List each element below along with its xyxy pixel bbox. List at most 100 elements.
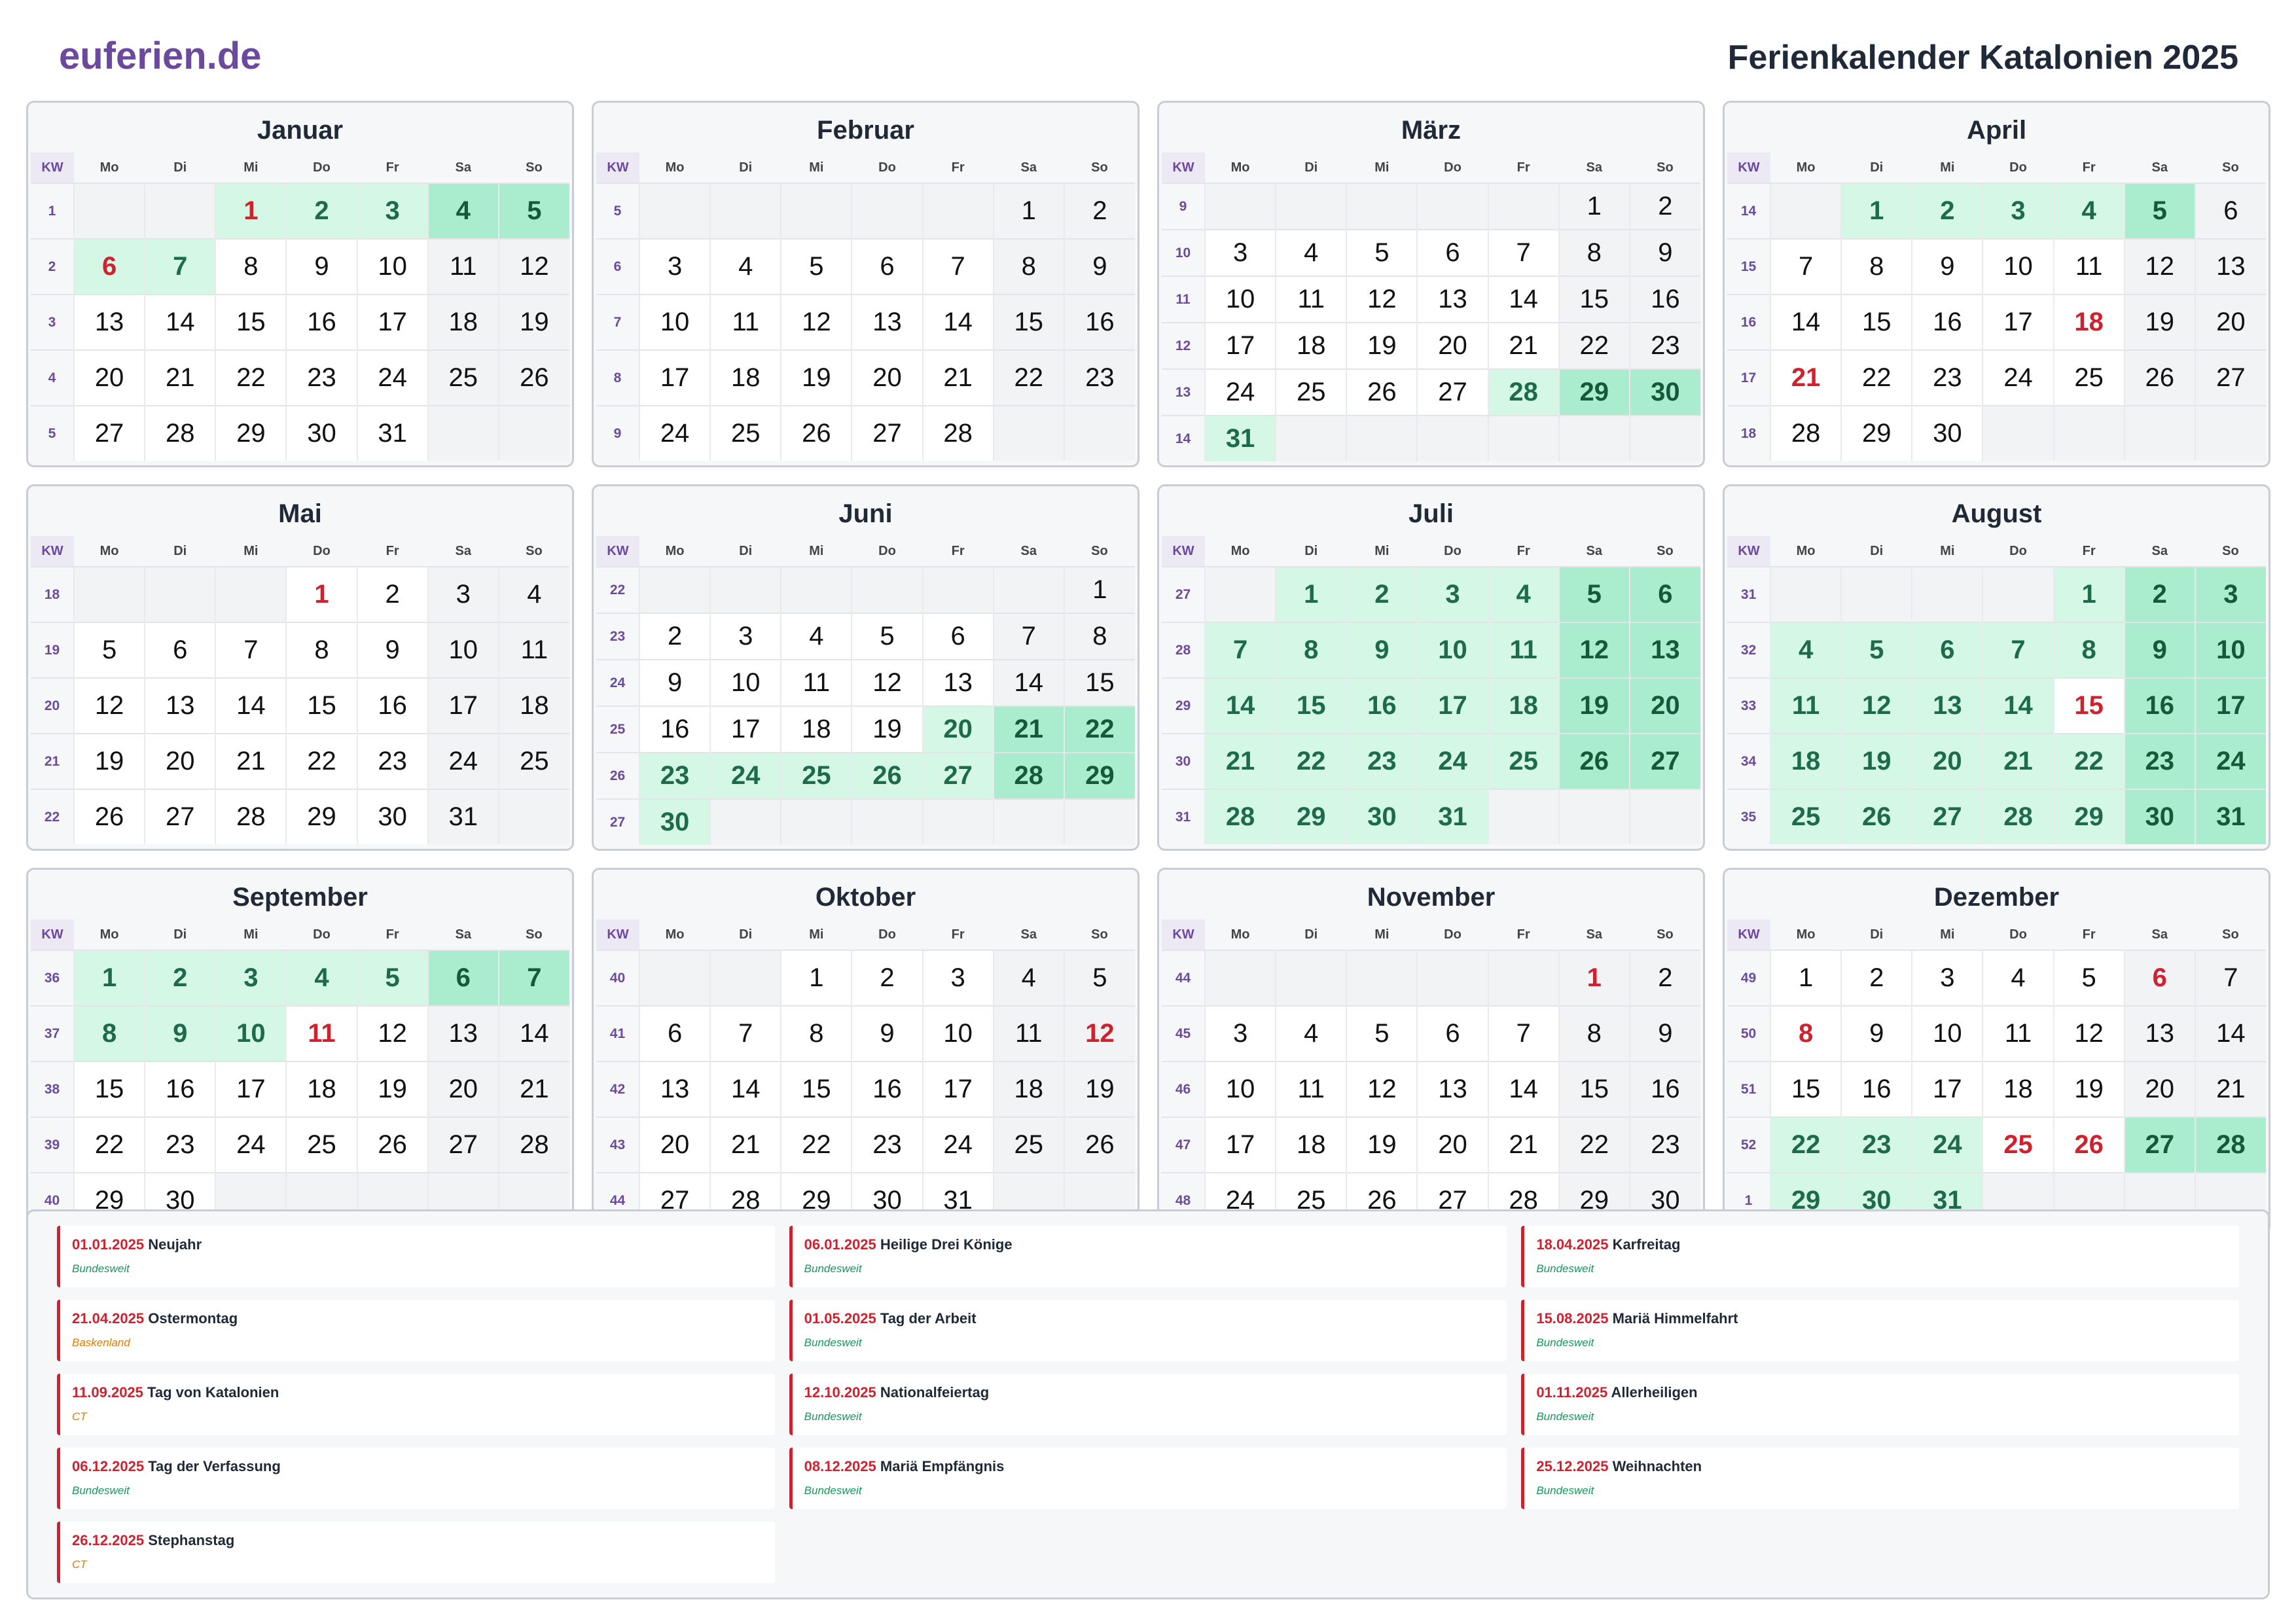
day-cell[interactable]: 23 — [1840, 1116, 1912, 1173]
day-cell[interactable]: 3 — [1416, 566, 1488, 622]
day-cell[interactable]: 29 — [285, 789, 357, 844]
day-cell[interactable]: 6 — [1416, 1005, 1488, 1061]
day-cell[interactable]: 3 — [1204, 1005, 1276, 1061]
day-cell[interactable]: 2 — [638, 613, 711, 660]
day-cell[interactable]: 21 — [922, 349, 994, 406]
day-cell[interactable]: 18 — [497, 677, 569, 734]
day-cell[interactable]: 15 — [1275, 677, 1347, 734]
day-cell[interactable]: 10 — [1982, 238, 2054, 294]
day-cell[interactable]: 16 — [144, 1061, 216, 1117]
day-cell[interactable]: 9 — [1346, 622, 1418, 678]
day-cell[interactable]: 14 — [1487, 276, 1559, 323]
day-cell[interactable]: 15 — [1063, 659, 1135, 706]
day-cell[interactable]: 7 — [1204, 622, 1276, 678]
day-cell[interactable]: 19 — [497, 294, 569, 350]
day-cell[interactable]: 14 — [992, 659, 1064, 706]
day-cell[interactable]: 12 — [2123, 238, 2195, 294]
day-cell[interactable]: 24 — [1204, 368, 1276, 416]
day-cell[interactable]: 25 — [992, 1116, 1064, 1173]
day-cell[interactable]: 8 — [1769, 1005, 1842, 1061]
day-cell[interactable]: 28 — [497, 1116, 569, 1173]
day-cell[interactable]: 2 — [144, 950, 216, 1006]
day-cell[interactable]: 3 — [638, 238, 711, 294]
day-cell[interactable]: 2 — [1346, 566, 1418, 622]
day-cell[interactable]: 11 — [1982, 1005, 2054, 1061]
day-cell[interactable]: 27 — [2123, 1116, 2195, 1173]
day-cell[interactable]: 31 — [2194, 789, 2266, 844]
day-cell[interactable]: 28 — [215, 789, 287, 844]
day-cell[interactable]: 25 — [1487, 733, 1559, 789]
day-cell[interactable]: 1 — [780, 950, 852, 1006]
day-cell[interactable]: 4 — [992, 950, 1064, 1006]
day-cell[interactable]: 29 — [1558, 368, 1630, 416]
day-cell[interactable]: 28 — [2194, 1116, 2266, 1173]
day-cell[interactable]: 27 — [73, 405, 145, 461]
day-cell[interactable]: 22 — [1275, 733, 1347, 789]
day-cell[interactable]: 12 — [1840, 677, 1912, 734]
day-cell[interactable]: 22 — [73, 1116, 145, 1173]
day-cell[interactable]: 7 — [1487, 1005, 1559, 1061]
day-cell[interactable]: 22 — [1558, 1116, 1630, 1173]
day-cell[interactable]: 4 — [1487, 566, 1559, 622]
day-cell[interactable]: 4 — [497, 566, 569, 622]
day-cell[interactable]: 15 — [1558, 1061, 1630, 1117]
day-cell[interactable]: 7 — [497, 950, 569, 1006]
day-cell[interactable]: 23 — [1628, 1116, 1700, 1173]
day-cell[interactable]: 20 — [1911, 733, 1983, 789]
day-cell[interactable]: 5 — [1346, 229, 1418, 276]
day-cell[interactable]: 19 — [2053, 1061, 2125, 1117]
day-cell[interactable]: 3 — [1982, 183, 2054, 239]
day-cell[interactable]: 26 — [1840, 789, 1912, 844]
day-cell[interactable]: 25 — [427, 349, 499, 406]
day-cell[interactable]: 17 — [1204, 322, 1276, 369]
day-cell[interactable]: 13 — [1911, 677, 1983, 734]
day-cell[interactable]: 19 — [73, 733, 145, 789]
day-cell[interactable]: 13 — [2123, 1005, 2195, 1061]
day-cell[interactable]: 26 — [2123, 349, 2195, 406]
day-cell[interactable]: 18 — [1275, 1116, 1347, 1173]
day-cell[interactable]: 16 — [851, 1061, 923, 1117]
day-cell[interactable]: 21 — [992, 705, 1064, 753]
day-cell[interactable]: 6 — [144, 622, 216, 678]
day-cell[interactable]: 3 — [356, 183, 428, 239]
day-cell[interactable]: 12 — [73, 677, 145, 734]
day-cell[interactable]: 20 — [1416, 322, 1488, 369]
day-cell[interactable]: 6 — [1628, 566, 1700, 622]
day-cell[interactable]: 22 — [1558, 322, 1630, 369]
day-cell[interactable]: 3 — [2194, 566, 2266, 622]
day-cell[interactable]: 10 — [2194, 622, 2266, 678]
day-cell[interactable]: 4 — [1982, 950, 2054, 1006]
day-cell[interactable]: 8 — [2053, 622, 2125, 678]
day-cell[interactable]: 22 — [1840, 349, 1912, 406]
day-cell[interactable]: 26 — [356, 1116, 428, 1173]
day-cell[interactable]: 18 — [427, 294, 499, 350]
day-cell[interactable]: 2 — [1063, 183, 1135, 239]
day-cell[interactable]: 26 — [780, 405, 852, 461]
day-cell[interactable]: 26 — [2053, 1116, 2125, 1173]
day-cell[interactable]: 10 — [1204, 1061, 1276, 1117]
day-cell[interactable]: 17 — [1982, 294, 2054, 350]
day-cell[interactable]: 6 — [851, 238, 923, 294]
day-cell[interactable]: 27 — [2194, 349, 2266, 406]
day-cell[interactable]: 22 — [215, 349, 287, 406]
day-cell[interactable]: 2 — [1911, 183, 1983, 239]
day-cell[interactable]: 29 — [1275, 789, 1347, 844]
day-cell[interactable]: 28 — [144, 405, 216, 461]
day-cell[interactable]: 5 — [2053, 950, 2125, 1006]
day-cell[interactable]: 31 — [427, 789, 499, 844]
day-cell[interactable]: 13 — [2194, 238, 2266, 294]
day-cell[interactable]: 26 — [73, 789, 145, 844]
day-cell[interactable]: 15 — [1558, 276, 1630, 323]
day-cell[interactable]: 3 — [922, 950, 994, 1006]
day-cell[interactable]: 6 — [1416, 229, 1488, 276]
day-cell[interactable]: 25 — [497, 733, 569, 789]
day-cell[interactable]: 24 — [1982, 349, 2054, 406]
day-cell[interactable]: 18 — [780, 705, 852, 753]
day-cell[interactable]: 28 — [1487, 368, 1559, 416]
day-cell[interactable]: 17 — [1416, 677, 1488, 734]
day-cell[interactable]: 2 — [1628, 183, 1700, 230]
day-cell[interactable]: 9 — [356, 622, 428, 678]
day-cell[interactable]: 13 — [922, 659, 994, 706]
day-cell[interactable]: 19 — [1558, 677, 1630, 734]
day-cell[interactable]: 7 — [922, 238, 994, 294]
